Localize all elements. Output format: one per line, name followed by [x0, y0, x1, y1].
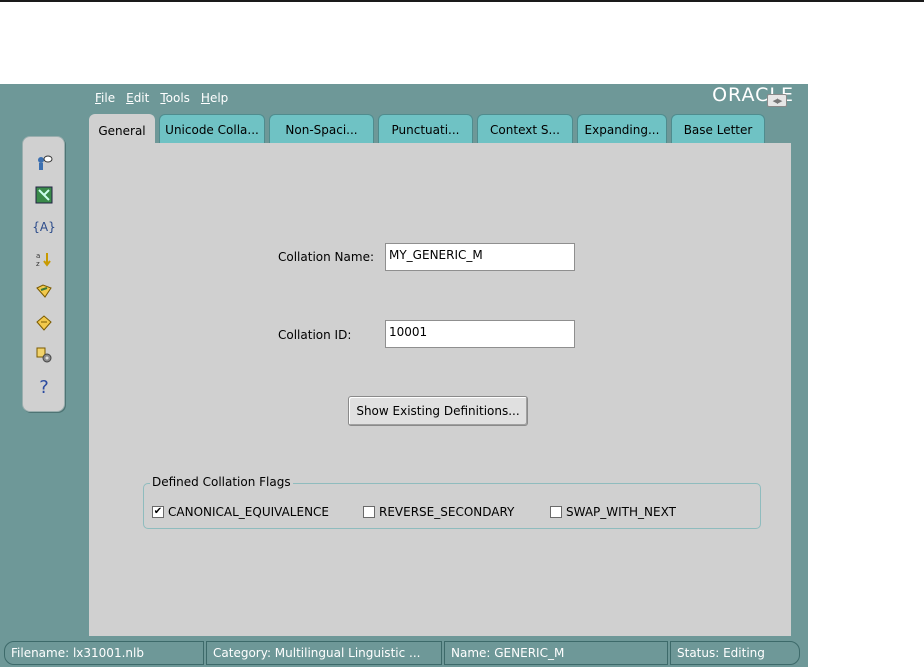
tab-context-sensitive[interactable]: Context S...: [477, 114, 573, 144]
flag-label: SWAP_WITH_NEXT: [566, 505, 676, 519]
tab-general[interactable]: General: [89, 114, 155, 146]
braces-icon[interactable]: {A}: [32, 215, 56, 239]
tab-non-spacing[interactable]: Non-Spaci...: [269, 114, 374, 144]
flag-label: REVERSE_SECONDARY: [379, 505, 515, 519]
status-name: Name: GENERIC_M: [444, 641, 668, 665]
vertical-toolbar: {A} az ?: [22, 136, 65, 412]
flag-label: CANONICAL_EQUIVALENCE: [168, 505, 330, 519]
status-filename: Filename: lx31001.nlb: [4, 641, 204, 665]
tab-expanding[interactable]: Expanding...: [577, 114, 667, 144]
flag-canonical-equivalence[interactable]: ✔ CANONICAL_EQUIVALENCE: [152, 505, 329, 519]
collation-name-label: Collation Name:: [278, 250, 374, 264]
show-existing-definitions-button[interactable]: Show Existing Definitions...: [348, 396, 528, 426]
open-icon[interactable]: [32, 279, 56, 303]
flags-legend: Defined Collation Flags: [150, 475, 293, 489]
menu-tools[interactable]: Tools: [160, 91, 190, 105]
collation-name-input[interactable]: MY_GENERIC_M: [385, 243, 575, 271]
tree-icon[interactable]: [32, 183, 56, 207]
menu-file[interactable]: File: [95, 91, 115, 105]
tab-unicode-collation[interactable]: Unicode Colla...: [159, 114, 265, 144]
top-rule: [0, 0, 924, 2]
svg-text:z: z: [36, 260, 40, 268]
collation-id-input[interactable]: 10001: [385, 320, 575, 348]
generate-icon[interactable]: [32, 343, 56, 367]
checkbox-unchecked[interactable]: [550, 506, 562, 518]
status-bar: Filename: lx31001.nlb Category: Multilin…: [0, 640, 808, 667]
help-icon[interactable]: ?: [32, 375, 56, 399]
menu-edit[interactable]: Edit: [126, 91, 149, 105]
collation-id-label: Collation ID:: [278, 328, 352, 342]
checkbox-checked[interactable]: ✔: [152, 506, 164, 518]
checkbox-unchecked[interactable]: [363, 506, 375, 518]
application-window: File Edit Tools Help ORACLE {A} az ? Gen…: [0, 84, 808, 667]
status-state: Status: Editing: [670, 641, 800, 665]
tab-scroll-arrows[interactable]: ◀▶: [767, 94, 787, 107]
sort-icon[interactable]: az: [32, 247, 56, 271]
status-category: Category: Multilingual Linguistic ...: [206, 641, 442, 665]
menu-bar: File Edit Tools Help: [95, 88, 239, 108]
tab-base-letter[interactable]: Base Letter: [671, 114, 765, 144]
general-panel: Collation Name: MY_GENERIC_M Collation I…: [89, 143, 791, 636]
menu-help[interactable]: Help: [201, 91, 228, 105]
flag-swap-with-next[interactable]: SWAP_WITH_NEXT: [550, 505, 676, 519]
save-icon[interactable]: [32, 311, 56, 335]
flag-reverse-secondary[interactable]: REVERSE_SECONDARY: [363, 505, 514, 519]
wizard-icon[interactable]: [32, 151, 56, 175]
collation-flags-group: Defined Collation Flags ✔ CANONICAL_EQUI…: [143, 475, 761, 529]
tab-punctuation[interactable]: Punctuati...: [378, 114, 473, 144]
svg-text:a: a: [36, 252, 40, 260]
